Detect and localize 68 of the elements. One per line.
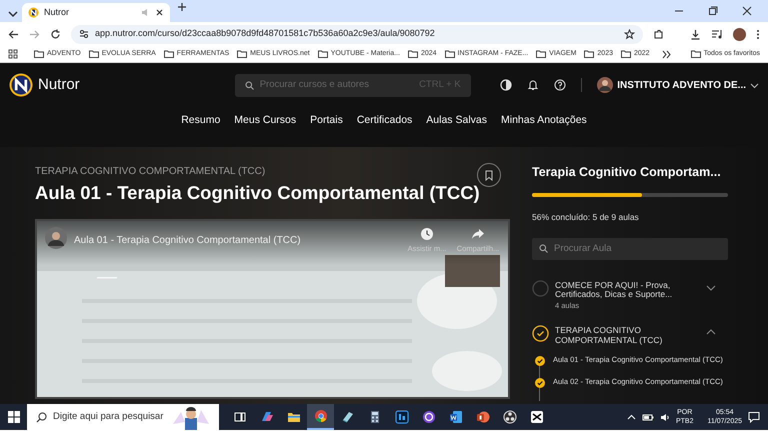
progress-text: 56% concluído: 5 de 9 aulas	[532, 211, 640, 224]
folder-icon	[444, 50, 455, 58]
module-title[interactable]: TERAPIA COGNITIVO COMPORTAMENTAL (TCC)	[555, 326, 692, 345]
nav-link[interactable]: Certificados	[356, 113, 412, 129]
folder-icon	[536, 50, 546, 58]
bookmark-button[interactable]	[477, 163, 501, 187]
network-battery-icon[interactable]	[642, 412, 654, 422]
lesson-title: Aula 01 - Terapia Cognitivo Comportamental (TCC)	[35, 181, 481, 205]
speaker-icon	[141, 8, 150, 17]
apps-grid-icon[interactable]	[8, 49, 18, 59]
address-bar[interactable]: app.nutror.com/curso/d23ccaa8b9078d9fd48701581c7b536a60a2c9e3/aula/9080792	[71, 24, 643, 44]
folder-icon	[584, 50, 594, 58]
windows-icon[interactable]	[8, 411, 20, 423]
folder-icon	[237, 50, 248, 58]
browser-tab[interactable]: Nutror	[22, 3, 170, 22]
folder-icon	[34, 50, 44, 58]
folder-icon	[88, 50, 99, 58]
bookmark-icon	[484, 170, 494, 180]
menu-icon[interactable]	[756, 28, 760, 40]
profile-avatar[interactable]	[733, 28, 746, 40]
search-icon	[244, 80, 254, 90]
extensions-icon[interactable]	[653, 28, 664, 40]
nav-link[interactable]: Portais	[310, 113, 343, 129]
more-bookmarks-icon[interactable]	[662, 50, 671, 58]
folder-icon	[620, 50, 631, 58]
media-controls-icon[interactable]	[711, 28, 723, 40]
tab-title: Nutror	[44, 6, 70, 19]
contrast-icon[interactable]	[500, 79, 512, 91]
expand-chevron-icon[interactable]	[706, 282, 716, 292]
new-tab-icon[interactable]	[177, 2, 187, 12]
show-hidden-icons-icon[interactable]	[626, 412, 636, 422]
folder-icon	[690, 50, 701, 58]
logo-icon	[9, 73, 33, 97]
help-icon[interactable]	[554, 79, 566, 91]
nav-link[interactable]: Aulas Salvas	[426, 113, 487, 129]
user-menu[interactable]: INSTITUTO ADVENTO DE...	[597, 77, 759, 93]
collapse-chevron-icon[interactable]	[706, 328, 716, 337]
search-icon	[36, 412, 47, 422]
course-title: Terapia Cognitivo Comportam...	[532, 165, 722, 180]
restore-icon[interactable]	[708, 6, 718, 16]
folder-icon	[408, 50, 418, 58]
volume-icon[interactable]	[660, 412, 670, 422]
clock-icon	[420, 227, 434, 241]
download-icon[interactable]	[690, 28, 701, 40]
share-icon	[471, 227, 485, 241]
nav-link[interactable]: Resumo	[181, 113, 220, 129]
folder-icon	[318, 50, 328, 58]
nav-link[interactable]: Minhas Anotações	[501, 113, 587, 129]
logo-icon	[28, 7, 39, 18]
reload-icon[interactable]	[50, 28, 61, 40]
close-icon[interactable]	[155, 8, 164, 17]
site-logo-text[interactable]: Nutror	[38, 74, 80, 96]
caret-icon	[750, 80, 759, 90]
notification-icon[interactable]	[527, 79, 540, 91]
folder-icon	[164, 50, 174, 58]
circle-app-icon	[420, 409, 436, 425]
module-title[interactable]: COMECE POR AQUI! - Prova, Certificados, Dicas e Suporte...	[555, 280, 692, 300]
user-avatar	[597, 77, 614, 93]
star-icon[interactable]	[624, 28, 635, 40]
site-settings-icon[interactable]	[79, 29, 89, 39]
taskbar-search-field[interactable]: Digite aqui para pesquisar	[27, 404, 219, 430]
course-name: TERAPIA COGNITIVO COMPORTAMENTAL (TCC)	[35, 165, 266, 179]
channel-avatar[interactable]	[45, 227, 67, 249]
nav-link[interactable]: Meus Cursos	[234, 113, 296, 129]
notification-center-icon[interactable]	[748, 411, 760, 423]
back-icon[interactable]	[8, 28, 19, 40]
search-icon	[539, 244, 548, 254]
close-icon[interactable]	[742, 6, 752, 16]
